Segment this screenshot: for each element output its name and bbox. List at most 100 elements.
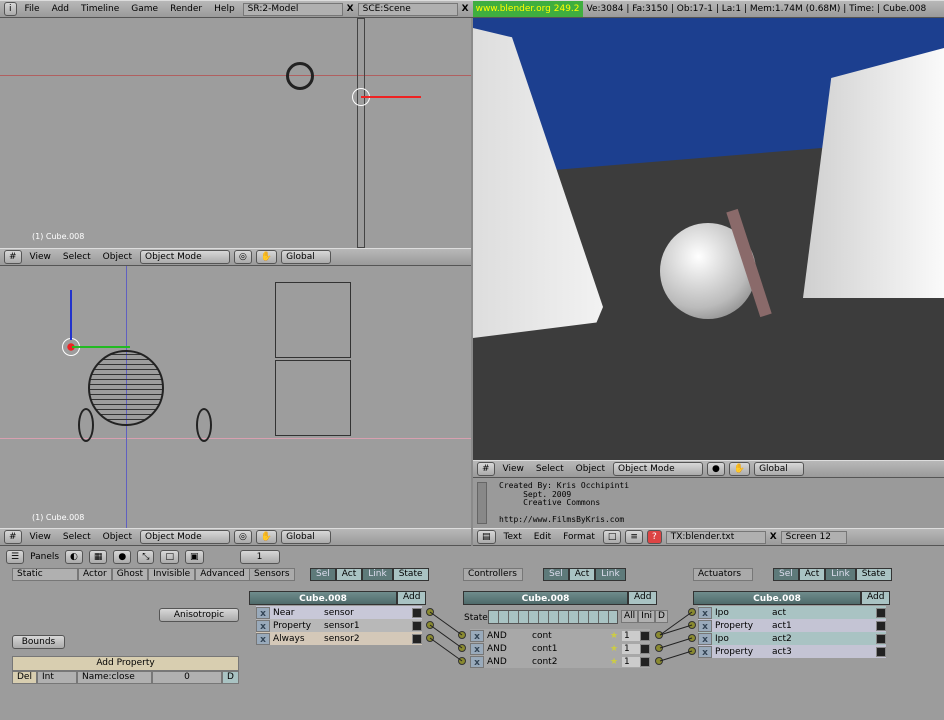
close-icon[interactable]: X — [462, 4, 469, 14]
shading-icon[interactable]: ● — [706, 462, 725, 476]
expand-icon[interactable] — [412, 607, 422, 618]
controller-type[interactable]: AND — [484, 631, 532, 641]
controllers-act-toggle[interactable]: Act — [568, 568, 596, 581]
physics-type-select[interactable]: Static — [12, 568, 78, 581]
info-icon[interactable]: i — [4, 2, 17, 16]
sensor-name[interactable]: sensor2 — [324, 634, 394, 644]
grid-icon[interactable]: # — [4, 250, 22, 264]
menu-timeline[interactable]: Timeline — [77, 4, 123, 14]
invisible-toggle[interactable]: Invisible — [148, 568, 196, 581]
frame-number[interactable]: 1 — [239, 550, 280, 564]
delete-actuator-icon[interactable]: x — [698, 606, 712, 619]
delete-actuator-icon[interactable]: x — [698, 632, 712, 645]
controllers-sel-toggle[interactable]: Sel — [543, 568, 569, 581]
game-camera-view[interactable] — [473, 18, 944, 460]
front-viewport[interactable]: (1) Cube.008 — [0, 266, 471, 528]
actuator-type[interactable]: Property — [712, 647, 772, 657]
actuators-sel-toggle[interactable]: Sel — [773, 568, 799, 581]
controllers-link-toggle[interactable]: Link — [595, 568, 626, 581]
actuator-type[interactable]: Ipo — [712, 608, 772, 618]
expand-icon[interactable] — [412, 633, 422, 644]
actuators-act-toggle[interactable]: Act — [798, 568, 826, 581]
text-file-select[interactable]: TX:blender.txt — [665, 530, 766, 544]
mode-select[interactable]: Object Mode — [612, 462, 703, 476]
orientation-select[interactable]: Global — [281, 250, 332, 264]
add-sensor-button[interactable]: Add — [397, 591, 427, 605]
delete-sensor-icon[interactable]: x — [256, 632, 270, 645]
sensor-type[interactable]: Near — [270, 608, 324, 618]
fullscreen-icon[interactable]: □ — [602, 530, 622, 544]
add-property-button[interactable]: Add Property — [12, 656, 239, 671]
scene-select[interactable]: SCE:Scene — [357, 2, 458, 16]
close-icon[interactable]: X — [770, 532, 777, 542]
sensors-act-toggle[interactable]: Act — [335, 568, 363, 581]
sensors-link-toggle[interactable]: Link — [362, 568, 393, 581]
menu-help[interactable]: Help — [210, 4, 239, 14]
mode-select[interactable]: Object Mode — [139, 530, 230, 544]
actuator-type[interactable]: Property — [712, 621, 772, 631]
bounds-button[interactable]: Bounds — [12, 635, 65, 649]
actuator-link-socket[interactable] — [688, 634, 696, 642]
text-editor[interactable]: Created By: Kris Occhipinti Sept. 2009 C… — [473, 478, 944, 528]
add-controller-button[interactable]: Add — [628, 591, 658, 605]
sensor-row[interactable]: x Property sensor1 — [256, 619, 422, 632]
actuator-type[interactable]: Ipo — [712, 634, 772, 644]
menu-view[interactable]: View — [26, 532, 55, 542]
menu-add[interactable]: Add — [48, 4, 73, 14]
controller-name[interactable]: cont1 — [532, 644, 610, 654]
actuator-row[interactable]: x Property act1 — [698, 619, 886, 632]
delete-actuator-icon[interactable]: x — [698, 619, 712, 632]
delete-sensor-icon[interactable]: x — [256, 619, 270, 632]
menu-select[interactable]: Select — [59, 252, 95, 262]
sensors-state-toggle[interactable]: State — [392, 568, 429, 581]
expand-icon[interactable] — [876, 633, 886, 644]
state-grid[interactable] — [488, 610, 618, 624]
state-debug-button[interactable]: D — [655, 610, 668, 623]
scene-tab-icon[interactable]: ▣ — [185, 550, 204, 564]
actor-toggle[interactable]: Actor — [78, 568, 112, 581]
delete-controller-icon[interactable]: x — [470, 655, 484, 668]
logic-tab-icon[interactable]: ◐ — [65, 550, 83, 564]
add-actuator-button[interactable]: Add — [861, 591, 891, 605]
menu-object[interactable]: Object — [99, 532, 136, 542]
sensor-link-socket[interactable] — [426, 621, 434, 629]
controller-name[interactable]: cont — [532, 631, 610, 641]
delete-controller-icon[interactable]: x — [470, 642, 484, 655]
blender-site-link[interactable]: www.blender.org 249.2 — [472, 1, 583, 17]
controller-output-socket[interactable] — [655, 631, 663, 639]
actuator-row[interactable]: x Ipo act — [698, 606, 886, 619]
controller-name[interactable]: cont2 — [532, 657, 610, 667]
menu-text[interactable]: Text — [500, 532, 526, 542]
expand-icon[interactable] — [640, 643, 650, 654]
editor-type-icon[interactable]: ▤ — [477, 530, 496, 544]
menu-select[interactable]: Select — [532, 464, 568, 474]
sensor-row[interactable]: x Near sensor — [256, 606, 422, 619]
buttons-window-icon[interactable]: ☰ — [6, 550, 25, 564]
actuator-link-socket[interactable] — [688, 608, 696, 616]
expand-icon[interactable] — [640, 630, 650, 641]
state-star-icon[interactable]: ★ — [610, 631, 622, 641]
font-size-select[interactable]: Screen 12 — [780, 530, 847, 544]
actuator-name[interactable]: act3 — [772, 647, 852, 657]
menu-view[interactable]: View — [26, 252, 55, 262]
controllers-object-name[interactable]: Cube.008 — [463, 591, 628, 605]
delete-sensor-icon[interactable]: x — [256, 606, 270, 619]
expand-icon[interactable] — [876, 646, 886, 657]
menu-render[interactable]: Render — [166, 4, 206, 14]
manipulator-icon[interactable]: ✋ — [255, 250, 278, 264]
menu-view[interactable]: View — [499, 464, 528, 474]
sensor-name[interactable]: sensor — [324, 608, 394, 618]
actuators-state-toggle[interactable]: State — [855, 568, 892, 581]
controller-row[interactable]: x AND cont1 ★ 1 — [470, 642, 650, 655]
state-all-button[interactable]: All — [621, 610, 639, 623]
controller-row[interactable]: x AND cont ★ 1 — [470, 629, 650, 642]
state-star-icon[interactable]: ★ — [610, 644, 622, 654]
sensor-type[interactable]: Property — [270, 621, 324, 631]
property-value-field[interactable]: 0 — [151, 671, 222, 684]
screen-select[interactable]: SR:2-Model — [242, 2, 343, 16]
expand-icon[interactable] — [876, 620, 886, 631]
orientation-select[interactable]: Global — [754, 462, 805, 476]
actuator-row[interactable]: x Ipo act2 — [698, 632, 886, 645]
sensor-row[interactable]: x Always sensor2 — [256, 632, 422, 645]
actuator-name[interactable]: act1 — [772, 621, 852, 631]
